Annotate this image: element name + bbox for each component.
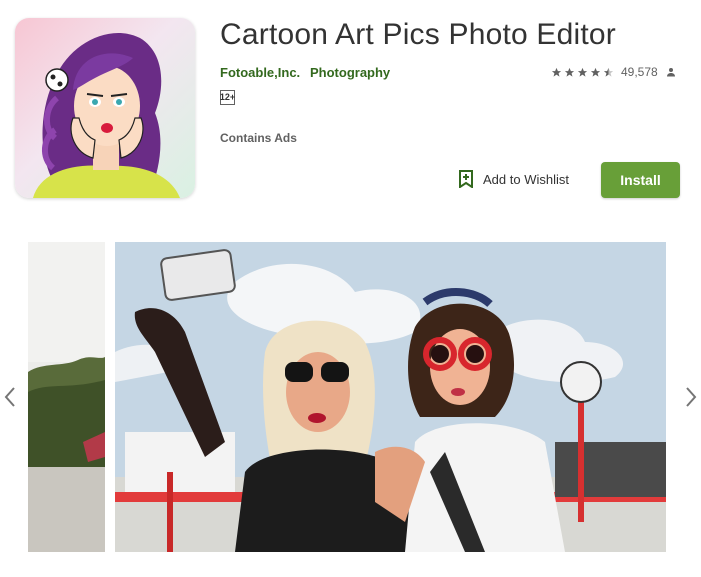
star-icon [590, 67, 601, 77]
screenshot-main[interactable] [115, 242, 666, 552]
add-to-wishlist-button[interactable]: Add to Wishlist [458, 167, 569, 191]
star-icon [577, 67, 588, 77]
screenshot-thumbnail[interactable] [28, 242, 105, 552]
star-icon [564, 67, 575, 77]
contains-ads-label: Contains Ads [220, 131, 297, 145]
star-half-icon [603, 67, 614, 77]
developer-link[interactable]: Fotoable,Inc. [220, 65, 300, 80]
chevron-right-icon[interactable] [684, 386, 698, 408]
cartoon-woman-icon [33, 32, 180, 198]
app-title: Cartoon Art Pics Photo Editor [220, 18, 616, 51]
app-icon [15, 18, 195, 198]
rating-count: 49,578 [621, 65, 658, 79]
bookmark-add-icon [459, 170, 473, 188]
screenshot-image [115, 242, 666, 552]
star-icon [551, 67, 562, 77]
screenshot-image [28, 242, 105, 552]
chevron-left-icon[interactable] [3, 386, 17, 408]
category-link[interactable]: Photography [310, 65, 390, 80]
person-icon [666, 68, 675, 77]
rating: 49,578 [551, 64, 677, 80]
content-rating-badge: 12+ [220, 90, 235, 105]
wishlist-label: Add to Wishlist [483, 171, 569, 187]
install-button[interactable]: Install [601, 162, 680, 198]
